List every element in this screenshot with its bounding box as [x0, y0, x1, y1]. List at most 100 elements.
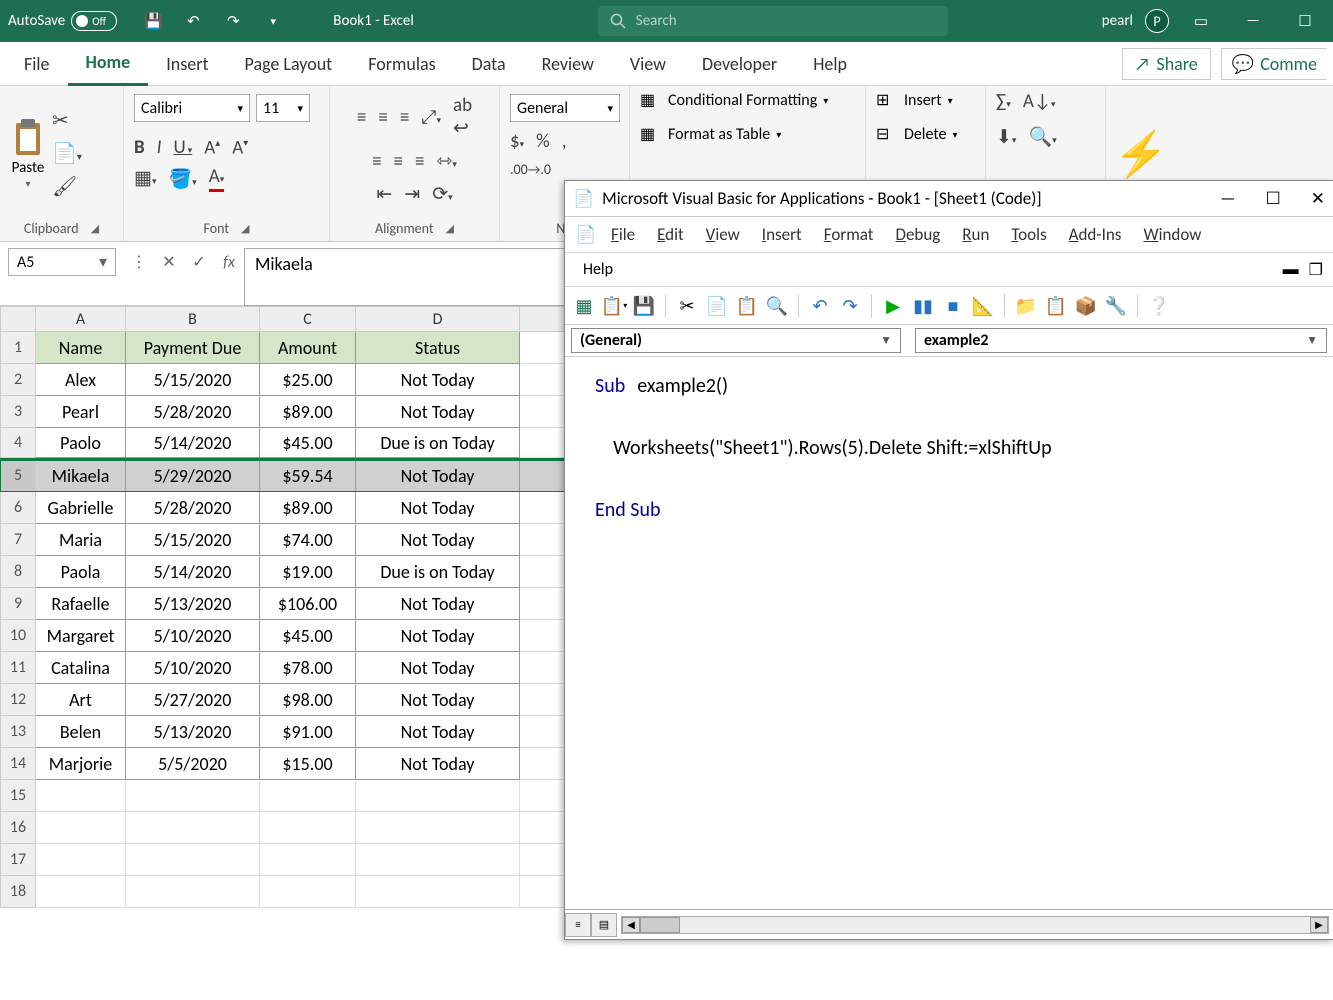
design-mode-icon[interactable]: 📐	[972, 295, 994, 317]
cell[interactable]: 5/27/2020	[126, 684, 260, 716]
rotate-icon[interactable]: ⟳▾	[432, 183, 452, 206]
vba-menu-item[interactable]: Run	[962, 224, 989, 245]
chevron-down-icon[interactable]: ▾	[99, 252, 107, 272]
row-header[interactable]: 8	[0, 556, 36, 588]
cell[interactable]	[126, 812, 260, 844]
properties-icon[interactable]: 📋	[1045, 295, 1067, 317]
clipboard-dialog-icon[interactable]: ◢	[91, 222, 99, 235]
cell[interactable]: Gabrielle	[36, 492, 126, 524]
cell[interactable]	[260, 844, 356, 876]
cell[interactable]: Not Today	[356, 588, 520, 620]
vba-object-combo[interactable]: (General)▼	[571, 328, 901, 353]
cell[interactable]: Not Today	[356, 524, 520, 556]
cell[interactable]: 5/28/2020	[126, 492, 260, 524]
vba-procedure-combo[interactable]: example2▼	[915, 328, 1327, 353]
autosave-toggle[interactable]: AutoSave Off	[8, 11, 117, 31]
paste-button[interactable]: Paste ▾	[10, 117, 46, 190]
format-as-table-button[interactable]: ▦Format as Table▾	[640, 124, 781, 144]
cell[interactable]: 5/29/2020	[126, 460, 260, 492]
cell[interactable]: Not Today	[356, 652, 520, 684]
col-header[interactable]: A	[36, 306, 126, 332]
cell[interactable]	[36, 844, 126, 876]
break-icon[interactable]: ▮▮	[912, 295, 934, 317]
cell[interactable]: 5/15/2020	[126, 524, 260, 556]
align-middle-icon[interactable]: ≡	[378, 106, 387, 129]
number-format-combo[interactable]: General▾	[510, 94, 620, 122]
tab-review[interactable]: Review	[524, 43, 612, 85]
cell[interactable]: 5/10/2020	[126, 652, 260, 684]
row-header[interactable]: 13	[0, 716, 36, 748]
row-header[interactable]: 17	[0, 844, 36, 876]
cell[interactable]: Not Today	[356, 716, 520, 748]
procedure-view-icon[interactable]: ≡	[565, 913, 591, 937]
undo-icon[interactable]: ↶	[809, 295, 831, 317]
cell[interactable]: Maria	[36, 524, 126, 556]
row-header[interactable]: 14	[0, 748, 36, 780]
cell[interactable]: Not Today	[356, 684, 520, 716]
row-header[interactable]: 1	[0, 332, 36, 364]
vba-minimize-icon[interactable]: —	[1220, 188, 1235, 209]
cell[interactable]: Alex	[36, 364, 126, 396]
tab-developer[interactable]: Developer	[684, 43, 795, 85]
cell[interactable]: Not Today	[356, 492, 520, 524]
row-header[interactable]: 9	[0, 588, 36, 620]
align-left-icon[interactable]: ≡	[372, 150, 381, 173]
header-cell[interactable]: Payment Due	[126, 332, 260, 364]
cell[interactable]	[36, 780, 126, 812]
qat-customize-icon[interactable]: ▾	[261, 9, 285, 33]
undo-icon[interactable]: ↶	[181, 9, 205, 33]
full-module-view-icon[interactable]: ▤	[591, 913, 617, 937]
cancel-icon[interactable]: ✕	[156, 248, 182, 276]
cell[interactable]: Margaret	[36, 620, 126, 652]
cell[interactable]: 5/13/2020	[126, 588, 260, 620]
row-header[interactable]: 16	[0, 812, 36, 844]
increase-decimal-icon[interactable]: .00→.0	[510, 161, 551, 178]
toolbox-icon[interactable]: 🔧	[1105, 295, 1127, 317]
cell[interactable]: Paolo	[36, 428, 126, 458]
reset-icon[interactable]: ■	[942, 295, 964, 317]
vba-menu-item[interactable]: Insert	[762, 224, 802, 245]
avatar[interactable]: P	[1145, 9, 1169, 33]
tab-formulas[interactable]: Formulas	[350, 43, 453, 85]
borders-icon[interactable]: ▦▾	[134, 167, 156, 190]
font-grow-icon[interactable]: A▴	[204, 136, 220, 159]
project-explorer-icon[interactable]: 📁	[1015, 295, 1037, 317]
vba-title-bar[interactable]: 📄 Microsoft Visual Basic for Application…	[565, 181, 1333, 217]
fill-icon[interactable]: ⬇▾	[996, 126, 1016, 149]
vba-window[interactable]: 📄 Microsoft Visual Basic for Application…	[564, 180, 1333, 940]
cell[interactable]: 5/5/2020	[126, 748, 260, 780]
fill-color-icon[interactable]: 🪣▾	[168, 167, 196, 191]
minimize-icon[interactable]: —	[1233, 6, 1273, 36]
row-header[interactable]: 10	[0, 620, 36, 652]
cell[interactable]: 5/28/2020	[126, 396, 260, 428]
cell[interactable]	[356, 780, 520, 812]
cell[interactable]	[126, 876, 260, 908]
row-header[interactable]: 6	[0, 492, 36, 524]
vba-close-icon[interactable]: ✕	[1311, 188, 1325, 209]
cell[interactable]: Not Today	[356, 620, 520, 652]
col-header[interactable]: B	[126, 306, 260, 332]
ribbon-display-icon[interactable]: ▭	[1181, 6, 1221, 36]
cell[interactable]	[260, 876, 356, 908]
vba-menu-item[interactable]: Window	[1143, 224, 1201, 245]
cell[interactable]	[126, 844, 260, 876]
help-icon[interactable]: ❔	[1148, 295, 1170, 317]
cell[interactable]	[260, 812, 356, 844]
col-header[interactable]: C	[260, 306, 356, 332]
sort-filter-icon[interactable]: A↓▾	[1023, 90, 1056, 113]
row-header[interactable]: 11	[0, 652, 36, 684]
view-excel-icon[interactable]: ▦	[573, 295, 595, 317]
vba-menu-item[interactable]: Tools	[1011, 224, 1046, 245]
cell[interactable]	[356, 812, 520, 844]
cell[interactable]: Not Today	[356, 364, 520, 396]
row-header[interactable]: 7	[0, 524, 36, 556]
maximize-icon[interactable]: ☐	[1285, 6, 1325, 36]
cell[interactable]: $89.00	[260, 492, 356, 524]
tab-help[interactable]: Help	[795, 43, 865, 85]
cell[interactable]: Art	[36, 684, 126, 716]
insert-cells-button[interactable]: ⊞Insert▾	[876, 90, 953, 110]
cell[interactable]: $59.54	[260, 460, 356, 492]
conditional-formatting-button[interactable]: ▦Conditional Formatting▾	[640, 90, 828, 110]
cell[interactable]: Paola	[36, 556, 126, 588]
cell[interactable]: $25.00	[260, 364, 356, 396]
